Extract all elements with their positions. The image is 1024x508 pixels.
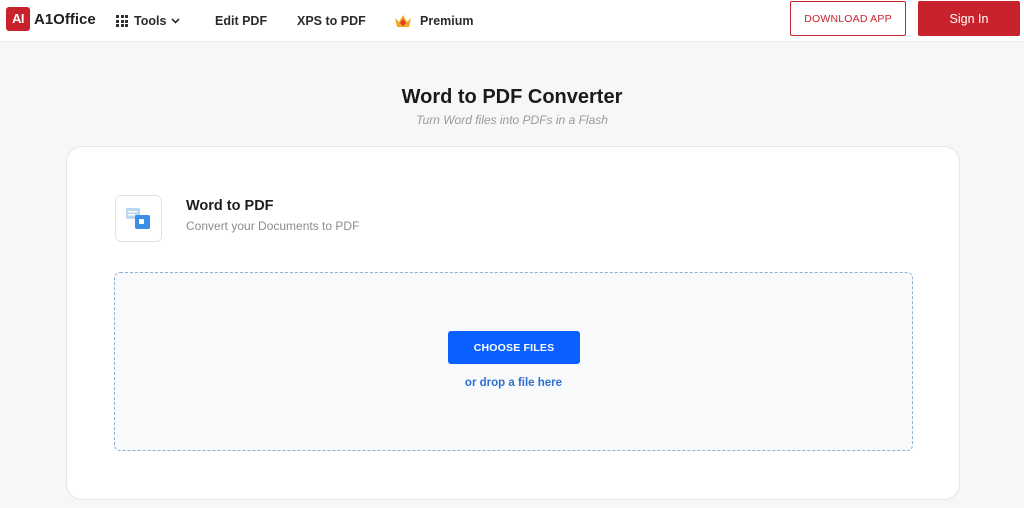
converter-card: Word to PDF Convert your Documents to PD… (66, 146, 960, 500)
file-dropzone[interactable]: CHOOSE FILES or drop a file here (114, 272, 913, 451)
download-app-button[interactable]: DOWNLOAD APP (790, 1, 906, 36)
logo[interactable]: AI A1Office (6, 7, 96, 31)
nav-premium[interactable]: Premium (393, 0, 474, 42)
choose-files-button[interactable]: CHOOSE FILES (448, 331, 580, 364)
chevron-down-icon (171, 18, 180, 24)
nav-edit-pdf[interactable]: Edit PDF (215, 0, 267, 42)
logo-text: A1Office (34, 10, 96, 28)
logo-mark-icon: AI (6, 7, 30, 31)
top-header: AI A1Office Tools Edit PDF XPS to PDF Pr… (0, 0, 1024, 42)
nav-tools-label: Tools (134, 14, 167, 28)
sign-in-button[interactable]: Sign In (918, 1, 1020, 36)
page-subtitle: Turn Word files into PDFs in a Flash (416, 113, 608, 127)
page-title: Word to PDF Converter (401, 86, 623, 108)
nav-premium-label: Premium (420, 14, 474, 28)
grid-icon (116, 15, 128, 27)
tool-description: Convert your Documents to PDF (186, 219, 360, 233)
nav-xps-to-pdf[interactable]: XPS to PDF (297, 0, 366, 42)
drop-hint: or drop a file here (464, 377, 563, 389)
tool-title: Word to PDF (186, 198, 274, 214)
nav-tools[interactable]: Tools (116, 0, 180, 42)
crown-icon (393, 13, 413, 29)
word-to-pdf-icon (115, 195, 162, 242)
